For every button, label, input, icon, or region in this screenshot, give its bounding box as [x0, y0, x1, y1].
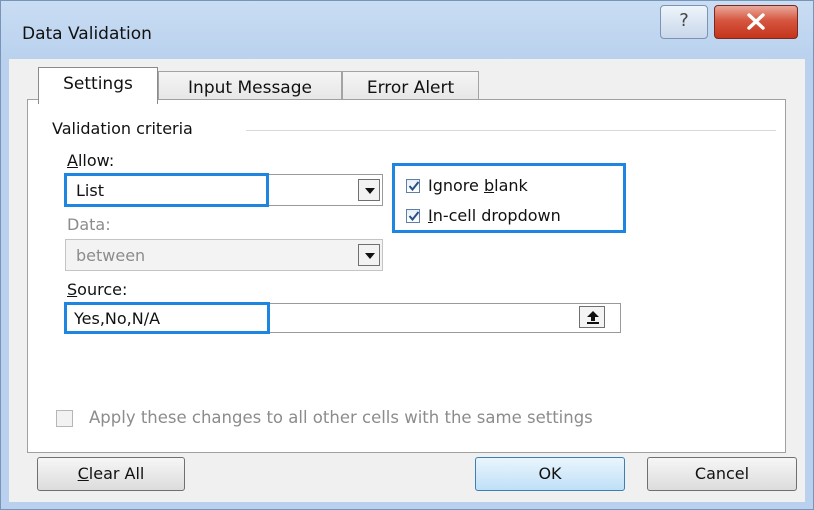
upload-arrow-icon: [587, 311, 599, 324]
data-validation-dialog: Data Validation ? Settings Input Message…: [0, 0, 814, 510]
ok-button[interactable]: OK: [475, 457, 625, 491]
settings-panel: [27, 99, 786, 453]
clear-all-button[interactable]: Clear All: [37, 457, 185, 491]
allow-label: Allow:: [67, 151, 115, 170]
close-button[interactable]: [714, 5, 798, 39]
apply-all-label: Apply these changes to all other cells w…: [89, 408, 593, 427]
allow-dropdown-arrow[interactable]: [358, 179, 380, 201]
dialog-title: Data Validation: [22, 24, 152, 44]
tab-settings[interactable]: Settings: [38, 67, 158, 104]
data-value: between: [76, 246, 146, 265]
help-icon: ?: [679, 10, 689, 31]
tab-settings-label: Settings: [63, 74, 133, 94]
close-icon: [747, 13, 765, 30]
group-divider: [246, 130, 776, 131]
allow-highlight-box: [64, 173, 269, 207]
chevron-down-icon: [365, 253, 375, 259]
help-button[interactable]: ?: [660, 5, 708, 39]
data-dropdown-arrow[interactable]: [358, 244, 380, 266]
data-label: Data:: [67, 215, 111, 234]
data-dropdown[interactable]: between: [65, 239, 383, 271]
options-highlight-box: [392, 163, 626, 233]
tab-error-alert-label: Error Alert: [366, 78, 455, 98]
validation-criteria-label: Validation criteria: [52, 119, 193, 138]
collapse-dialog-button[interactable]: [579, 306, 605, 328]
source-label: Source:: [67, 280, 128, 299]
chevron-down-icon: [365, 188, 375, 194]
apply-all-checkbox[interactable]: [56, 410, 73, 427]
source-highlight-box: [64, 302, 270, 334]
cancel-button[interactable]: Cancel: [647, 457, 797, 491]
title-bar: Data Validation ?: [1, 1, 813, 59]
tab-input-message-label: Input Message: [188, 78, 312, 98]
